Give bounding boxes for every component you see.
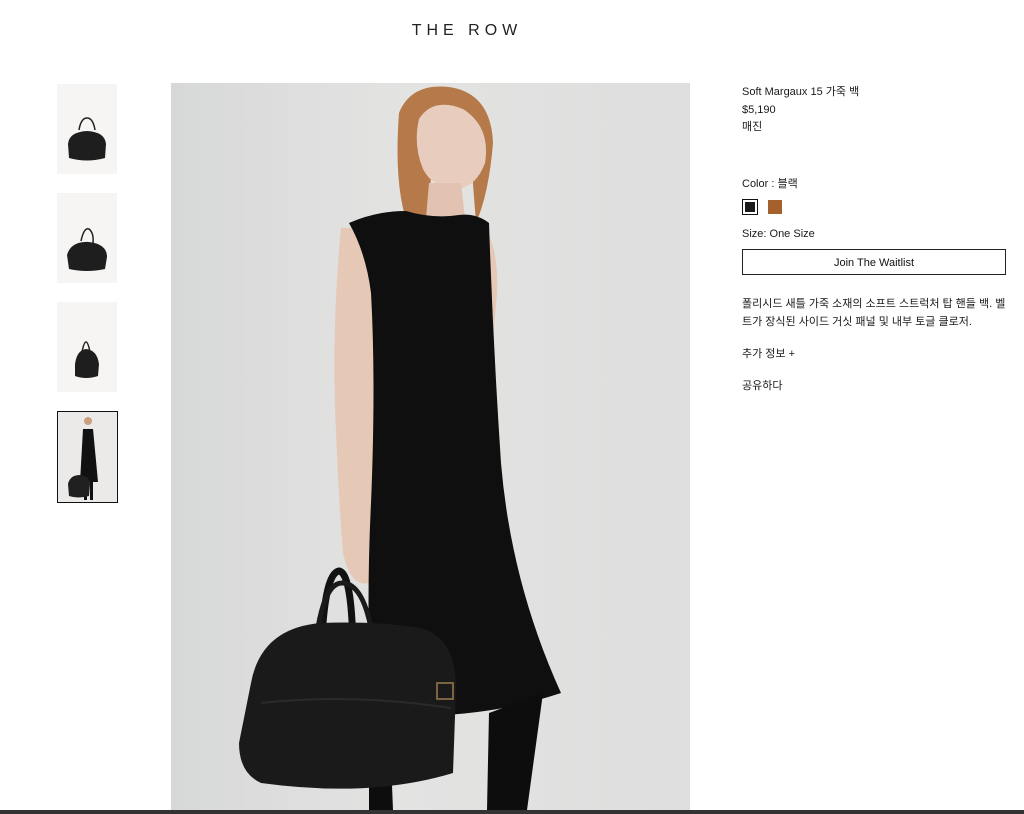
product-main-image[interactable] xyxy=(171,83,690,810)
stock-status: 매진 xyxy=(742,121,763,133)
thumbnail-bag-front[interactable] xyxy=(57,84,117,174)
thumbnail-list xyxy=(57,84,119,522)
window-bottom-edge xyxy=(0,810,1024,814)
more-info-toggle[interactable]: 추가 정보 + xyxy=(742,346,1006,363)
product-price: $5,190 xyxy=(742,104,776,116)
thumbnail-bag-hanging[interactable] xyxy=(57,302,117,392)
product-description: 폴리시드 새틀 가죽 소재의 소프트 스트럭처 탑 핸들 백. 벨트가 장식된 … xyxy=(742,298,1006,328)
join-waitlist-button[interactable]: Join The Waitlist xyxy=(742,249,1006,275)
color-swatches xyxy=(742,199,1006,215)
share-link[interactable]: 공유하다 xyxy=(742,378,1006,395)
thumbnail-model-with-bag[interactable] xyxy=(57,411,118,503)
thumbnail-bag-side[interactable] xyxy=(57,193,117,283)
swatch-brown[interactable] xyxy=(768,200,782,214)
product-info-panel: Soft Margaux 15 가죽 백 $5,190 매진 Color : 블… xyxy=(742,84,1006,395)
brand-logo[interactable]: THE ROW xyxy=(0,22,934,40)
size-label: Size: One Size xyxy=(742,228,815,240)
product-title: Soft Margaux 15 가죽 백 xyxy=(742,86,860,98)
swatch-black[interactable] xyxy=(742,199,758,215)
color-label: Color : 블랙 xyxy=(742,178,798,190)
